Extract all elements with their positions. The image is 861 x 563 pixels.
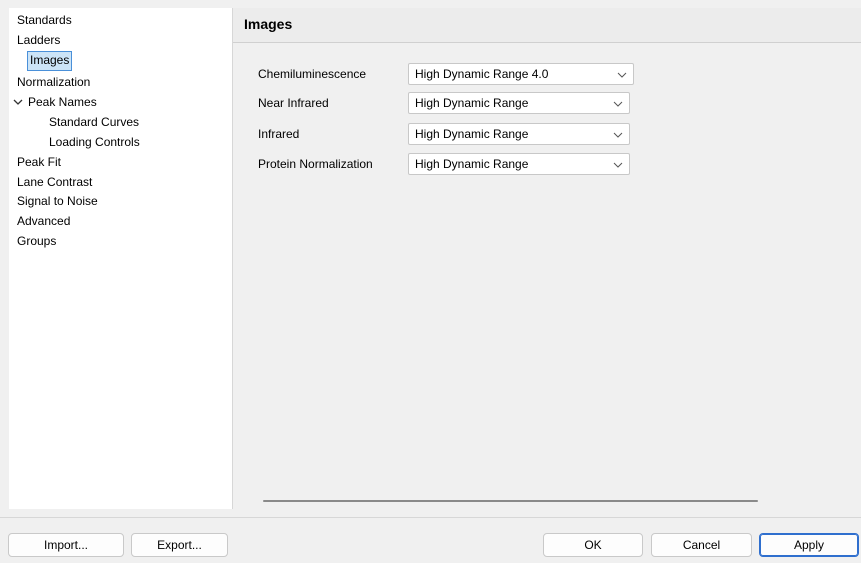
tree-item-advanced[interactable]: Advanced — [17, 212, 70, 230]
near-infrared-dropdown[interactable]: High Dynamic Range — [408, 92, 630, 114]
chevron-down-icon — [613, 129, 623, 139]
tree-item-signal-to-noise[interactable]: Signal to Noise — [17, 192, 98, 210]
chevron-down-icon — [617, 69, 627, 79]
dropdown-value: High Dynamic Range — [415, 157, 529, 171]
ok-button[interactable]: OK — [543, 533, 643, 557]
tree-item-images[interactable]: Images — [27, 51, 73, 71]
section-title: Images — [244, 16, 293, 32]
tree-item-normalization[interactable]: Normalization — [17, 73, 90, 91]
dropdown-value: High Dynamic Range 4.0 — [415, 67, 549, 81]
tree-item-ladders[interactable]: Ladders — [17, 31, 60, 49]
tree-item-peak-names[interactable]: Peak Names — [12, 93, 112, 111]
tree-item-loading-controls[interactable]: Loading Controls — [49, 133, 140, 151]
infrared-dropdown[interactable]: High Dynamic Range — [408, 123, 630, 145]
apply-button[interactable]: Apply — [759, 533, 859, 557]
tree-item-standards[interactable]: Standards — [17, 11, 72, 29]
tree-item-label: Peak Names — [28, 95, 97, 109]
chevron-down-icon — [613, 98, 623, 108]
protein-normalization-label: Protein Normalization — [258, 157, 373, 171]
tree-item-lane-contrast[interactable]: Lane Contrast — [17, 173, 92, 191]
infrared-label: Infrared — [258, 127, 300, 141]
import-button[interactable]: Import... — [8, 533, 124, 557]
protein-normalization-dropdown[interactable]: High Dynamic Range — [408, 153, 630, 175]
dropdown-value: High Dynamic Range — [415, 127, 529, 141]
tree-item-groups[interactable]: Groups — [17, 232, 56, 250]
divider — [0, 517, 861, 518]
chemiluminescence-label: Chemiluminescence — [258, 67, 367, 81]
horizontal-scrollbar[interactable] — [263, 500, 758, 502]
chemiluminescence-dropdown[interactable]: High Dynamic Range 4.0 — [408, 63, 634, 85]
settings-panel: Images Chemiluminescence High Dynamic Ra… — [233, 8, 861, 509]
settings-tree: Standards Ladders Images Normalization P… — [9, 8, 233, 509]
chevron-down-icon — [613, 159, 623, 169]
cancel-button[interactable]: Cancel — [651, 533, 752, 557]
export-button[interactable]: Export... — [131, 533, 228, 557]
tree-item-standard-curves[interactable]: Standard Curves — [49, 113, 139, 131]
near-infrared-label: Near Infrared — [258, 96, 329, 110]
tree-item-peak-fit[interactable]: Peak Fit — [17, 153, 61, 171]
dropdown-value: High Dynamic Range — [415, 96, 529, 110]
section-header: Images — [233, 8, 861, 43]
chevron-down-icon[interactable] — [12, 93, 24, 111]
